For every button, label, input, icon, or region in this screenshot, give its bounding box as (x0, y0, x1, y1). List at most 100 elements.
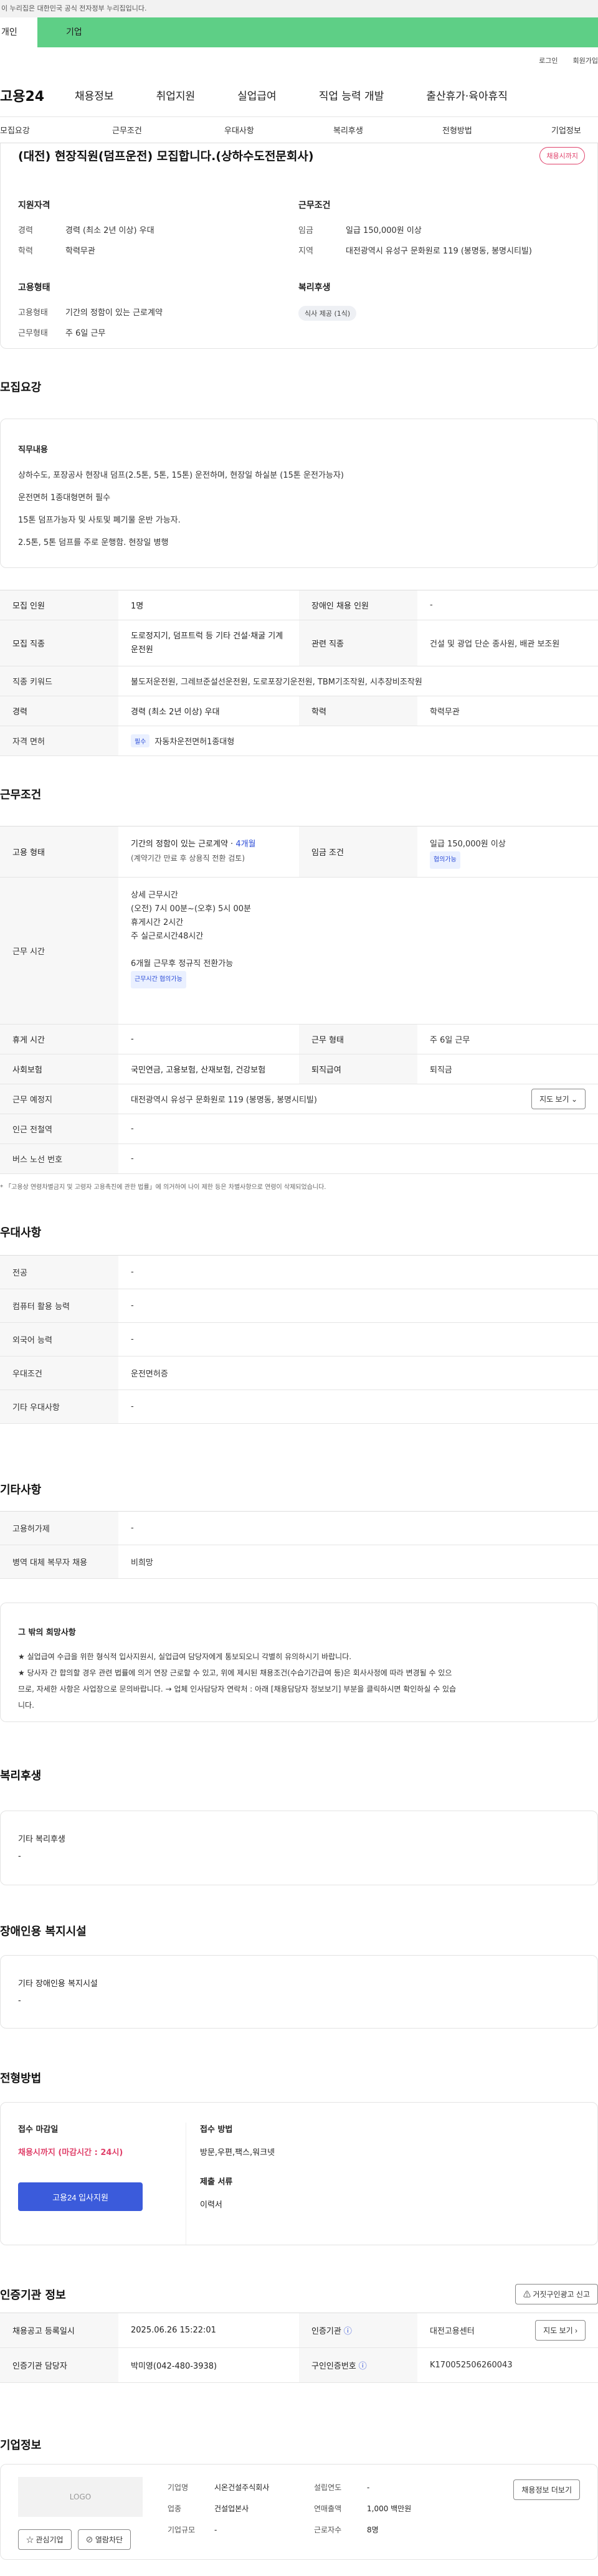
insurance-key: 사회보험 (0, 1054, 118, 1084)
headcount-value: 1명 (131, 602, 144, 611)
gnb-employment-support[interactable]: 취업지원 (156, 87, 196, 103)
pref-title: 우대사항 (0, 1226, 42, 1239)
edu-value: 학력무관 (430, 708, 460, 717)
keyword-value: 불도저운전원, 그레브준설선운전원, 도로포장기운전원, TBM기조작원, 시추… (131, 678, 422, 687)
duty-line: 15톤 덤프가능자 및 사토및 폐기물 운반 가능자. (18, 516, 181, 525)
duty-line: 2.5톤, 5톤 덤프를 주로 운행함. 현장일 병행 (18, 538, 169, 547)
map-button[interactable]: 지도 보기 ⌄ (531, 1089, 586, 1109)
docs-label: 제출 서류 (200, 2177, 233, 2187)
welfare-label: 기타 복리후생 (18, 1835, 65, 1844)
size-value: - (214, 2526, 217, 2534)
duty-line: 상하수도, 포장공사 현장내 덤프(2.5톤, 5톤, 15톤) 운전하며, 현… (18, 471, 344, 480)
break-value: - (131, 1035, 134, 1044)
company-jobs-button[interactable]: 채용정보 더보기 (513, 2479, 580, 2500)
map-button-label: 지도 보기 (539, 1095, 569, 1104)
interest-button[interactable]: ☆ 관심기업 (18, 2529, 72, 2550)
num-value: K170052506260043 (430, 2361, 513, 2370)
company-name-key: 기업명 (168, 2483, 189, 2492)
info-icon[interactable]: ⓘ (344, 2324, 352, 2336)
process-card: 접수 마감일 채용시까지 (마감시간 : 24시) 고용24 입사지원 접수 방… (0, 2102, 598, 2245)
revenue-key: 연매출액 (314, 2504, 342, 2513)
license-key: 자격 면허 (0, 726, 118, 755)
subnav-recruit[interactable]: 모집요강 (0, 124, 112, 136)
employees-key: 근로자수 (314, 2526, 342, 2534)
subnav-work[interactable]: 근무조건 (112, 124, 224, 136)
hours-key: 근무 시간 (0, 878, 118, 1024)
disab-card: 기타 장애인용 복지시설 - (0, 1955, 598, 2029)
method-label: 접수 방법 (200, 2125, 233, 2134)
util-links: 로그인 회원가입 (0, 47, 598, 73)
license-tag: 필수 (131, 734, 150, 747)
wish-line: 니다. (18, 1701, 34, 1710)
duty-line: 운전면허 1종대형면허 필수 (18, 493, 111, 503)
job-summary-card: (대전) 현장직원(덤프운전) 모집합니다.(상하수도전문회사) 채용시까지 지… (0, 143, 598, 349)
summary-grid-2: 고용형태 고용형태 기간의 정함이 있는 근로계약 근무형태 주 6일 근무 복리후… (18, 281, 580, 347)
wish-line: 므로, 자세한 사항은 사업장으로 문의바랍니다. → 업체 인사담당자 연락처… (18, 1685, 457, 1693)
user-type-tabs: 개인 기업 (0, 17, 598, 47)
etc-key: 고용허가제 (0, 1512, 118, 1545)
etc-key: 병역 대체 복무자 채용 (0, 1545, 118, 1578)
agency-title: 인증기관 정보 (0, 2289, 66, 2302)
subnav-pref[interactable]: 우대사항 (224, 124, 333, 136)
welfare-chip: 식사 제공 (1식) (298, 306, 357, 321)
star-icon: ☆ (26, 2536, 34, 2544)
emp-label: 고용형태 (18, 283, 50, 293)
global-nav: 고용24 채용정보 취업지원 실업급여 직업 능력 개발 출산휴가·육아휴직 (0, 73, 598, 117)
gnb-parental-leave[interactable]: 출산휴가·육아휴직 (426, 87, 508, 103)
industry-key: 업종 (168, 2504, 182, 2513)
duty-card: 직무내용 상하수도, 포장공사 현장내 덤프(2.5톤, 5톤, 15톤) 운전… (0, 419, 598, 568)
login-link[interactable]: 로그인 (539, 55, 558, 65)
related-value: 건설 및 광업 단순 종사원, 배관 보조원 (430, 640, 560, 649)
wage-key: 임금 조건 (299, 826, 417, 877)
cond-value: 대전광역시 유성구 문화원로 119 (봉명동, 봉명시티빌) (346, 247, 532, 256)
etc-value: - (131, 1523, 134, 1533)
report-label: 거짓구인광고 신고 (533, 2290, 590, 2299)
wage-value: 일급 150,000원 이상 (430, 840, 506, 849)
pref-value: - (131, 1402, 134, 1411)
mgr-key: 인증기관 담당자 (0, 2348, 118, 2382)
subway-value: - (131, 1124, 134, 1134)
block-label: 열람차단 (95, 2536, 123, 2544)
apply-button[interactable]: 고용24 입사지원 (18, 2182, 143, 2211)
job-title: (대전) 현장직원(덤프운전) 모집합니다.(상하수도전문회사) (18, 149, 314, 163)
wish-card: 그 밖의 희망사항 ★ 실업급여 수급을 위한 형식적 입사지원시, 실업급여 … (0, 1603, 598, 1722)
interest-label: 관심기업 (36, 2536, 64, 2544)
subnav-process[interactable]: 전형방법 (442, 124, 551, 136)
tab-person[interactable]: 개인 (0, 17, 37, 47)
reg-key: 채용공고 등록일시 (0, 2313, 118, 2347)
pref-table: 전공 - 컴퓨터 활용 능력 - 외국어 능력 - 우대조건 운전면허증 기타 우대사항… (0, 1255, 598, 1424)
company-title: 기업정보 (0, 2439, 42, 2452)
employees-value: 8명 (367, 2526, 379, 2534)
docs-value: 이력서 (200, 2200, 222, 2210)
edu-key: 학력 (299, 696, 417, 726)
subnav-company[interactable]: 기업정보 (551, 124, 581, 136)
career-value: 경력 (최소 2년 이상) 우대 (131, 708, 220, 717)
hours-line: 6개월 근무후 정규직 전환가능 (131, 959, 234, 968)
block-button[interactable]: ⊘ 열람차단 (77, 2529, 131, 2550)
gnb-jobs[interactable]: 채용정보 (75, 87, 114, 103)
etc-value: 비희망 (131, 1558, 153, 1568)
agency-map-button[interactable]: 지도 보기 › (535, 2320, 586, 2341)
welfare-title: 복리후생 (0, 1769, 42, 1783)
subnav-welfare[interactable]: 복리후생 (333, 124, 442, 136)
disab-label: 기타 장애인용 복지시설 (18, 1979, 98, 1989)
etc-title: 기타사항 (0, 1484, 42, 1497)
place-value: 대전광역시 유성구 문화원로 119 (봉명동, 봉명시티빌) (131, 1096, 317, 1105)
info-icon[interactable]: ⓘ (359, 2359, 367, 2371)
gnb-unemployment-benefit[interactable]: 실업급여 (237, 87, 277, 103)
org-value: 대전고용센터 (430, 2327, 475, 2336)
pref-value: 운전면허증 (131, 1370, 168, 1379)
disab-value: - (18, 1996, 21, 2005)
cond-key: 지역 (298, 247, 313, 256)
site-logo[interactable]: 고용24 (0, 85, 75, 105)
emp-key: 근무형태 (18, 329, 48, 338)
revenue-value: 1,000 백만원 (367, 2504, 412, 2513)
gnb-skills[interactable]: 직업 능력 개발 (319, 87, 384, 103)
emp-type-key: 고용 형태 (0, 826, 118, 877)
shift-key: 근무 형태 (299, 1025, 417, 1054)
welfare-value: - (18, 1852, 21, 1861)
process-title: 전형방법 (0, 2072, 42, 2085)
report-fake-ad-button[interactable]: ⚠ 거짓구인광고 신고 (515, 2284, 598, 2304)
join-link[interactable]: 회원가입 (573, 55, 598, 65)
tab-company[interactable]: 기업 (37, 17, 598, 47)
